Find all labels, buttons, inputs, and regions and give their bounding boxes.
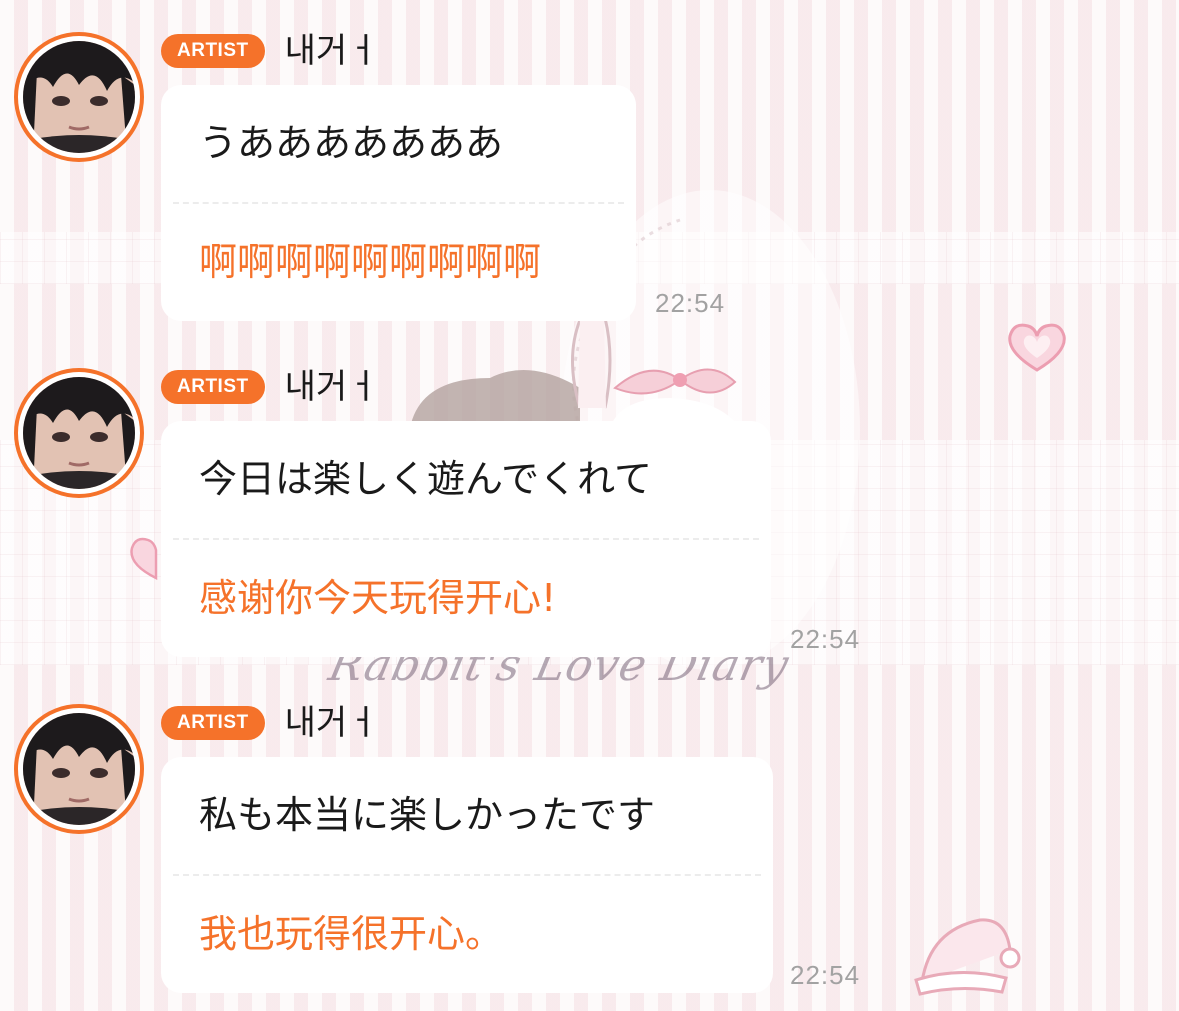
sender-row: ARTIST 내거ㅓ [161, 705, 378, 741]
sender-row: ARTIST 내거ㅓ [161, 369, 378, 405]
artist-badge: ARTIST [161, 34, 265, 68]
message-time: 22:54 [655, 288, 726, 318]
original-text: うあああああああ [199, 121, 504, 165]
message-bubble[interactable]: 私も本当に楽しかったです 我也玩得很开心。 [161, 757, 773, 993]
artist-avatar[interactable] [14, 704, 144, 834]
translated-text: 啊啊啊啊啊啊啊啊啊 [199, 240, 542, 284]
artist-avatar[interactable] [14, 32, 144, 162]
sender-name[interactable]: 내거ㅓ [285, 33, 379, 69]
artist-badge: ARTIST [161, 706, 265, 740]
sender-name[interactable]: 내거ㅓ [285, 369, 379, 405]
chat-message: ARTIST 내거ㅓ 私も本当に楽しかったです 我也玩得很开心。 22:54 [0, 672, 1179, 1002]
chat-message: ARTIST 내거ㅓ 今日は楽しく遊んでくれて 感谢你今天玩得开心! 22:54 [0, 336, 1179, 666]
sender-row: ARTIST 내거ㅓ [161, 33, 378, 69]
artist-avatar[interactable] [14, 368, 144, 498]
avatar-photo [23, 377, 135, 489]
avatar-photo [23, 713, 135, 825]
message-time: 22:54 [790, 960, 861, 990]
translated-text: 我也玩得很开心。 [199, 912, 504, 956]
message-time: 22:54 [790, 624, 861, 654]
chat-message: ARTIST 내거ㅓ うあああああああ 啊啊啊啊啊啊啊啊啊 22:54 [0, 0, 1179, 330]
translated-text: 感谢你今天玩得开心! [199, 576, 557, 620]
artist-badge: ARTIST [161, 370, 265, 404]
original-text: 私も本当に楽しかったです [199, 793, 656, 837]
original-text: 今日は楽しく遊んでくれて [199, 457, 652, 501]
avatar-photo [23, 41, 135, 153]
sender-name[interactable]: 내거ㅓ [285, 705, 379, 741]
message-bubble[interactable]: うあああああああ 啊啊啊啊啊啊啊啊啊 [161, 85, 636, 321]
message-bubble[interactable]: 今日は楽しく遊んでくれて 感谢你今天玩得开心! [161, 421, 771, 657]
